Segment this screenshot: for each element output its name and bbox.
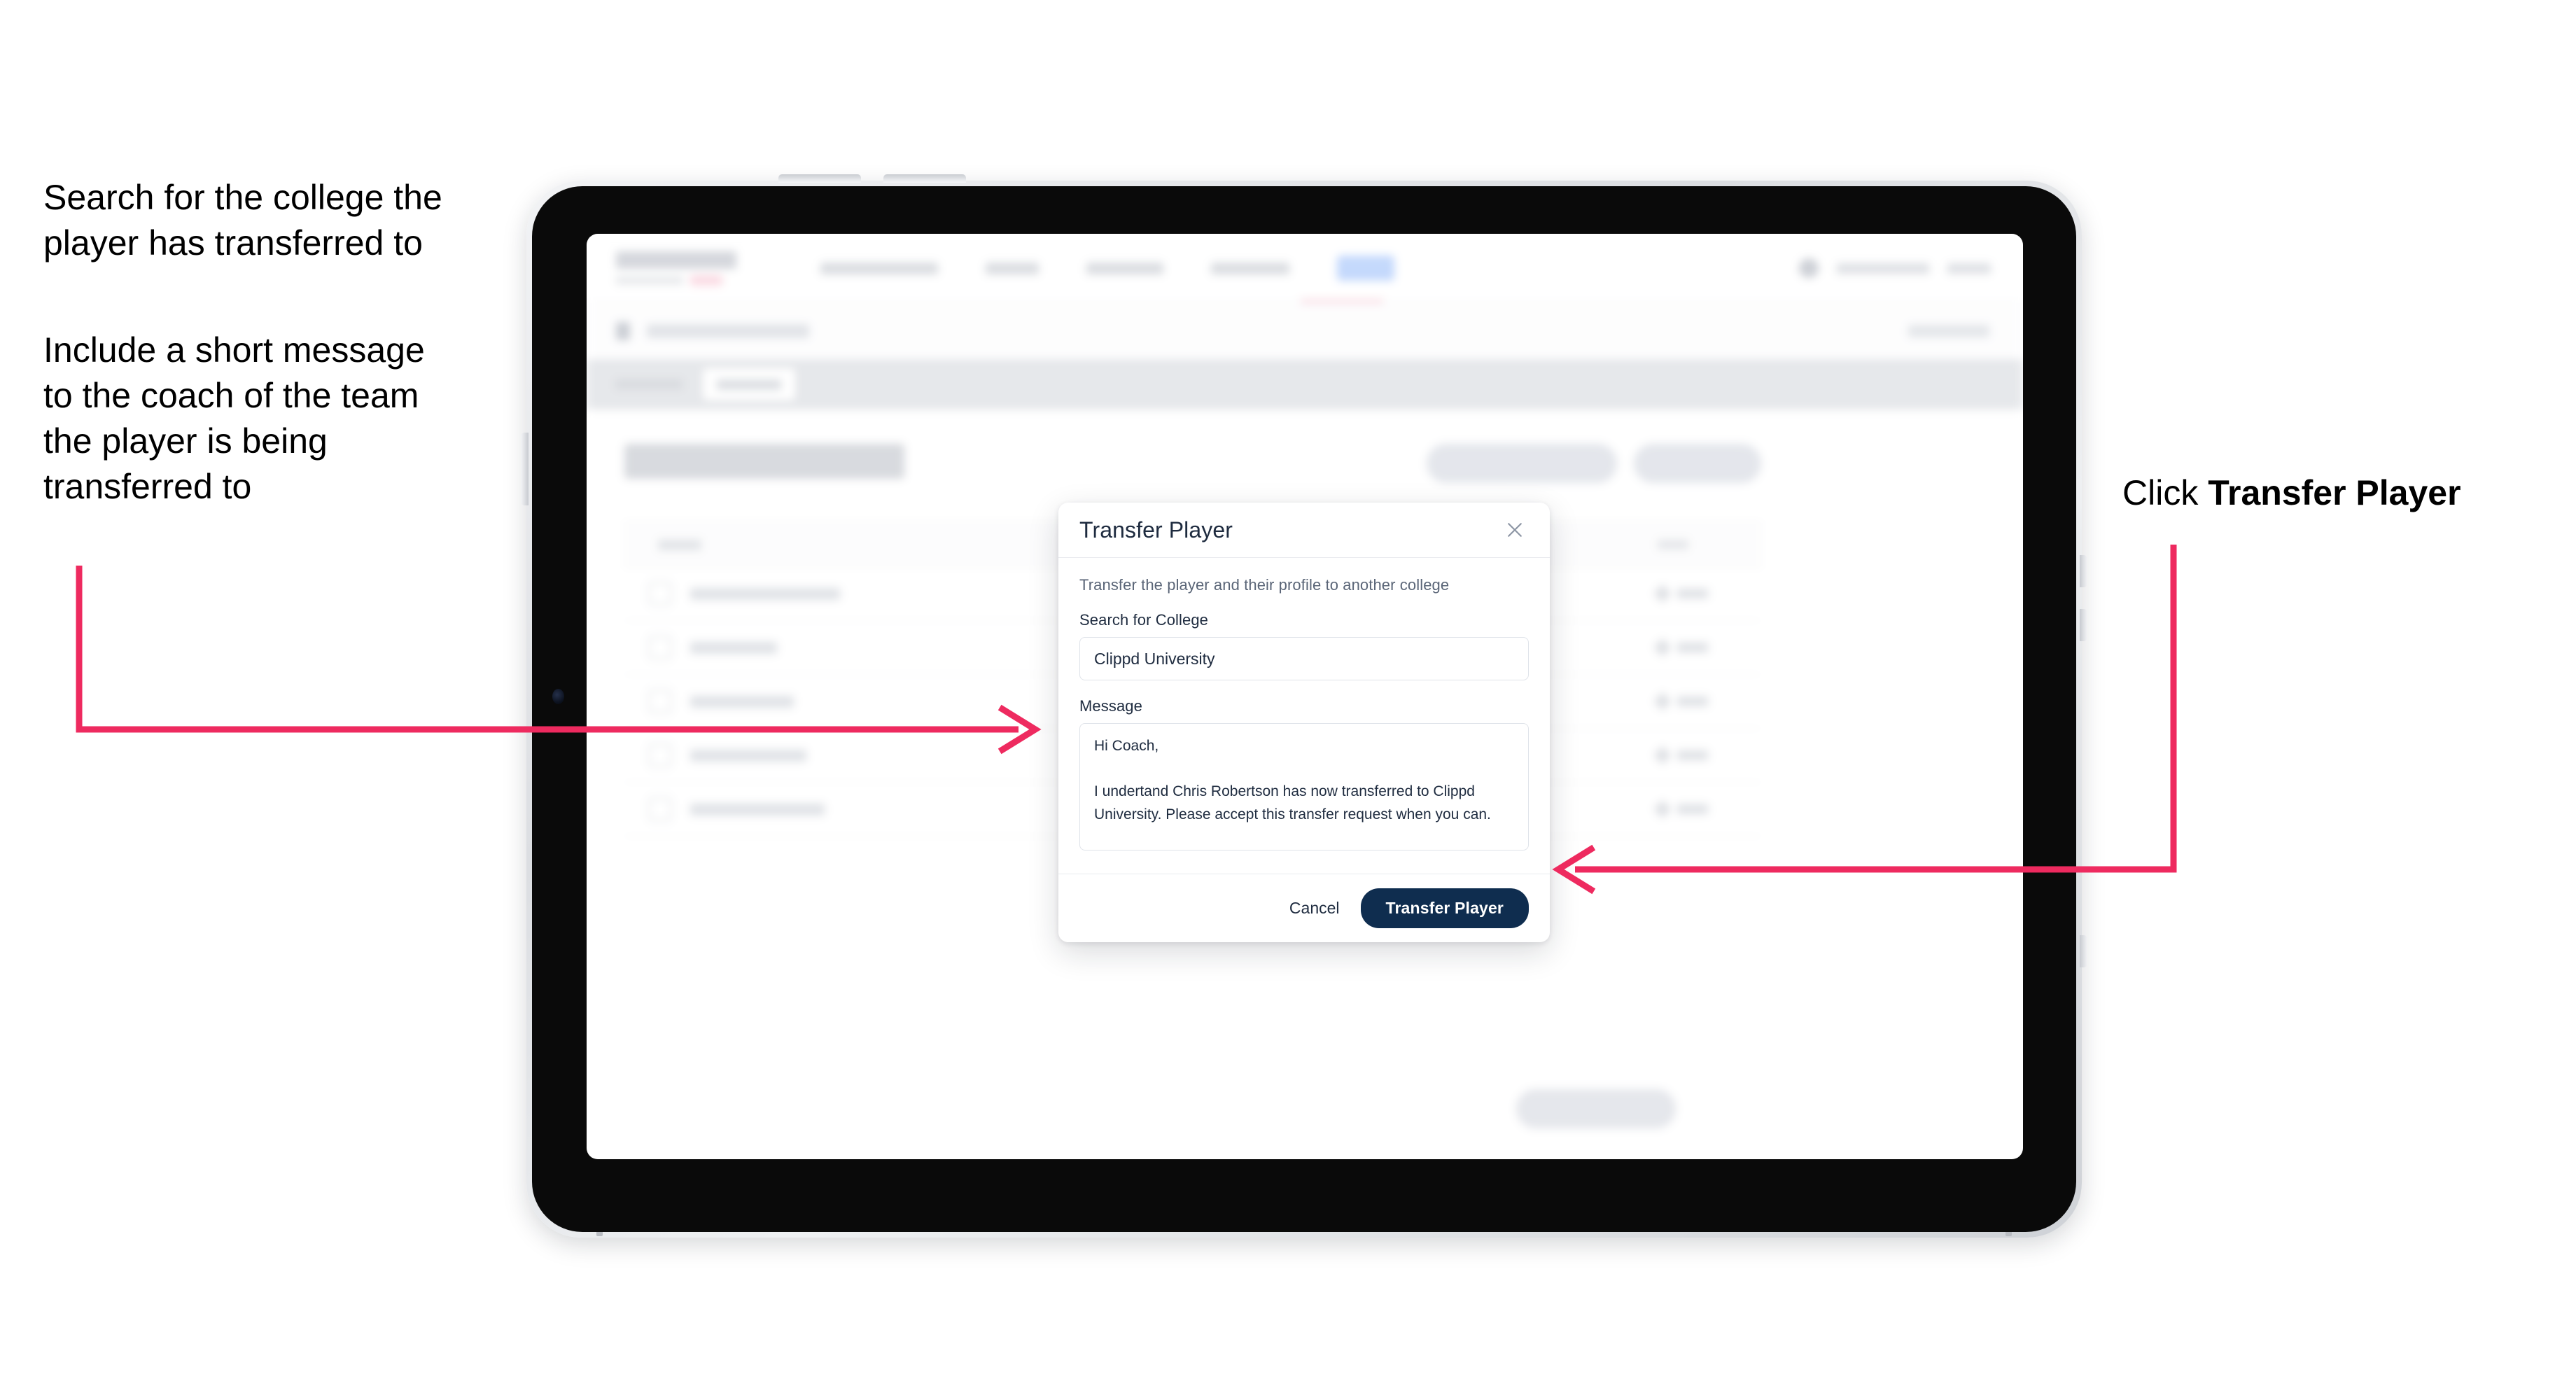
row-edit-action[interactable] (1653, 638, 1708, 657)
transfer-player-modal: Transfer Player Transfer the player and … (1058, 503, 1550, 942)
row-player-name (690, 695, 794, 708)
nav-account-area (1799, 258, 1991, 278)
row-edit-action[interactable] (1653, 584, 1708, 603)
edit-label (1677, 696, 1708, 706)
modal-description: Transfer the player and their profile to… (1079, 576, 1450, 594)
pencil-icon (1653, 638, 1672, 657)
row-player-name (690, 749, 806, 762)
brand-wordmark (616, 251, 736, 269)
row-checkbox[interactable] (648, 636, 672, 659)
annotation-prefix: Click (2122, 473, 2208, 512)
sign-out-link[interactable] (1947, 262, 1991, 274)
search-college-input[interactable] (1079, 637, 1529, 680)
annotation-click-transfer-player: Click Transfer Player (2122, 470, 2556, 516)
row-player-name (690, 803, 825, 816)
row-player-name (690, 587, 840, 600)
side-button-2[interactable] (2080, 609, 2087, 641)
annotation-search-college: Search for the college the player has tr… (43, 178, 442, 262)
pencil-icon (1653, 746, 1672, 764)
message-textarea[interactable] (1079, 723, 1529, 850)
page-title (624, 444, 904, 479)
volume-up-button[interactable] (778, 174, 861, 183)
edit-label (1677, 804, 1708, 814)
pencil-icon (1653, 692, 1672, 710)
pencil-icon (1653, 584, 1672, 603)
message-field-label: Message (1079, 697, 1142, 715)
modal-title: Transfer Player (1079, 517, 1233, 542)
row-checkbox[interactable] (648, 582, 672, 606)
annotation-emphasis: Transfer Player (2208, 473, 2461, 512)
pencil-icon (1653, 800, 1672, 818)
column-header-name (658, 539, 701, 550)
row-checkbox[interactable] (648, 797, 672, 821)
tab-roster[interactable] (703, 368, 795, 400)
modal-body: Transfer the player and their profile to… (1058, 558, 1550, 874)
breadcrumb-icon (616, 322, 630, 340)
nav-item-roster[interactable] (1337, 255, 1394, 281)
save-roster-updates-button[interactable] (1516, 1089, 1676, 1128)
front-camera-icon (552, 689, 564, 704)
brand-badge (690, 274, 723, 286)
nav-links (820, 255, 1394, 281)
side-button-3[interactable] (2080, 935, 2087, 967)
power-button[interactable] (521, 433, 528, 505)
nav-item-team[interactable] (986, 262, 1039, 274)
breadcrumb-cancel-link[interactable] (1908, 325, 1989, 337)
edit-label (1677, 750, 1708, 760)
tab-strip (587, 359, 2023, 410)
annotation-include-message: Include a short message to the coach of … (43, 330, 425, 506)
column-header-edit (1658, 540, 1688, 550)
modal-header: Transfer Player (1058, 503, 1550, 558)
edit-label (1677, 589, 1708, 598)
volume-down-button[interactable] (883, 174, 966, 183)
request-player-transfer-button[interactable] (1427, 444, 1617, 483)
brand-logo[interactable] (616, 251, 736, 286)
tab-details[interactable] (606, 368, 692, 400)
breadcrumb (587, 303, 2023, 359)
transfer-player-submit-button[interactable]: Transfer Player (1360, 888, 1529, 928)
row-checkbox[interactable] (648, 743, 672, 767)
avatar[interactable] (1799, 258, 1819, 278)
row-edit-action[interactable] (1653, 692, 1708, 710)
college-field-label: Search for College (1079, 611, 1209, 629)
row-player-name (690, 641, 777, 654)
account-email (1837, 262, 1929, 274)
nav-item-tournaments[interactable] (820, 262, 938, 274)
brand-subtitle-text (616, 276, 683, 284)
nav-item-analytics[interactable] (1211, 262, 1289, 274)
row-edit-action[interactable] (1653, 800, 1708, 818)
edit-label (1677, 643, 1708, 652)
side-button-1[interactable] (2080, 555, 2087, 587)
brand-subtitle (616, 274, 736, 286)
add-player-button[interactable] (1634, 444, 1761, 483)
nav-item-schedule[interactable] (1086, 262, 1163, 274)
breadcrumb-label[interactable] (647, 324, 809, 338)
app-top-navigation (587, 234, 2023, 303)
row-checkbox[interactable] (648, 690, 672, 713)
modal-footer: Cancel Transfer Player (1058, 874, 1550, 942)
row-edit-action[interactable] (1653, 746, 1708, 764)
close-icon[interactable] (1501, 516, 1529, 544)
cancel-button[interactable]: Cancel (1287, 893, 1343, 923)
